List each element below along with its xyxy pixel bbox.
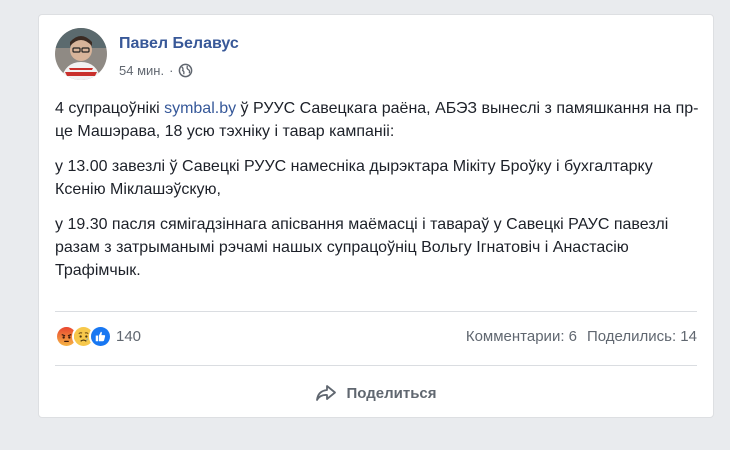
symbal-link[interactable]: symbal.by [164,100,236,117]
author-name[interactable]: Павел Белавус [119,35,239,53]
paragraph-text: 4 супрацоўнікі [55,100,165,117]
post-time[interactable]: 54 мин. [119,63,164,78]
post-paragraph: у 13.00 завезлі ў Савецкі РУУС намесніка… [55,158,653,198]
post-card: Павел Белавус 54 мин. · 4 супрацоўнікі s… [38,14,714,418]
reactions-summary[interactable]: 140 [55,325,141,348]
post-content: 4 супрацоўнікі symbal.by ў РУУС Савецкаг… [55,97,705,294]
share-icon [315,384,337,402]
avatar[interactable] [55,28,107,80]
comments-count[interactable]: Комментарии: 6 [466,328,577,345]
globe-icon[interactable] [178,63,193,78]
share-button[interactable]: Поделиться [55,377,697,409]
shares-count[interactable]: Поделились: 14 [587,328,697,345]
divider [55,311,697,312]
divider [55,365,697,366]
post-stats: Комментарии: 6 Поделились: 14 [466,328,697,345]
reactions-count: 140 [116,328,142,345]
post-meta: 54 мин. · [119,63,193,78]
meta-separator: · [169,63,174,78]
share-label: Поделиться [346,384,437,402]
post-paragraph: у 19.30 пасля сямігадзіннага апісвання м… [55,216,669,279]
post-paragraph: 4 супрацоўнікі symbal.by ў РУУС Савецкаг… [55,97,705,143]
like-icon [89,325,112,348]
